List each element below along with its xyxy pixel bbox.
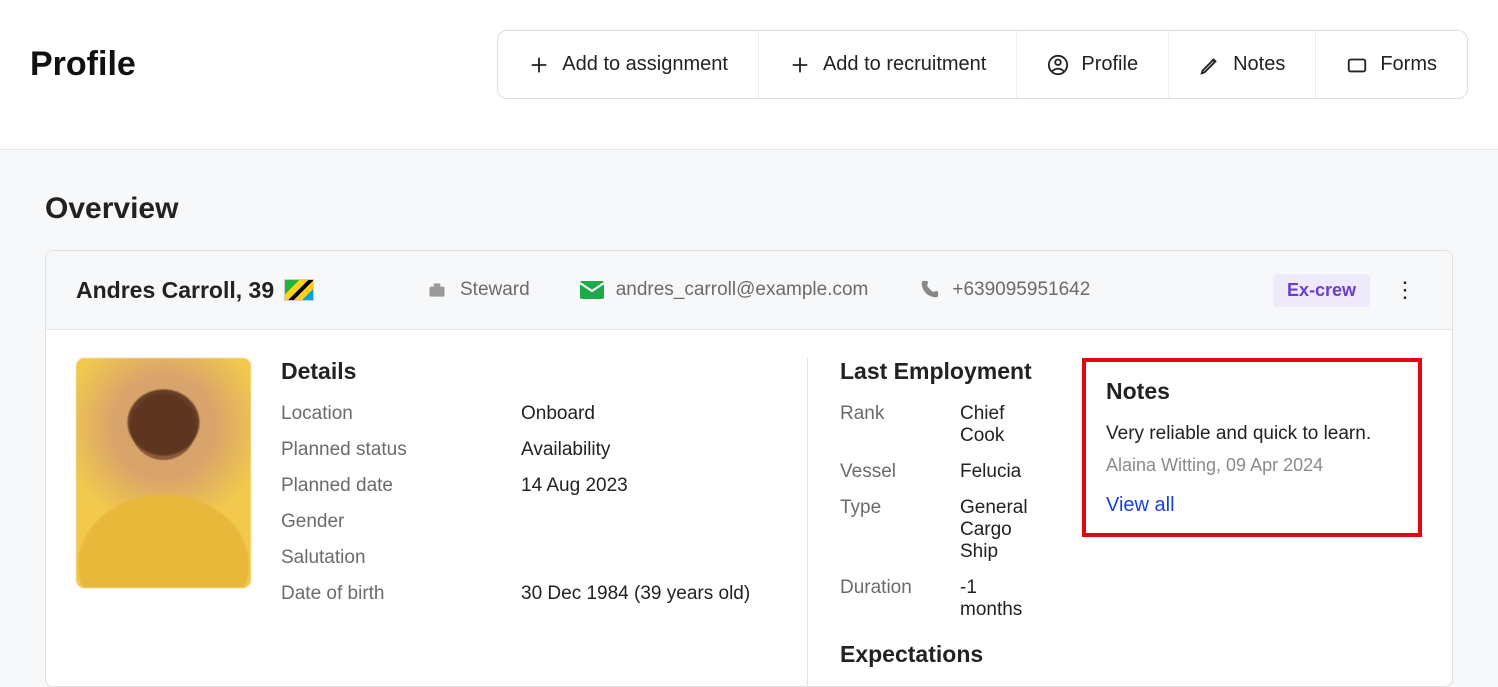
detail-label: Gender <box>281 511 521 533</box>
detail-label: Location <box>281 403 521 425</box>
detail-label: Date of birth <box>281 583 521 605</box>
detail-label: Planned status <box>281 439 521 461</box>
button-label: Add to assignment <box>562 53 728 76</box>
user-circle-icon <box>1047 54 1069 76</box>
detail-label: Salutation <box>281 547 521 569</box>
profile-button[interactable]: Profile <box>1017 31 1169 98</box>
note-text: Very reliable and quick to learn. <box>1106 423 1398 445</box>
note-author-date: Alaina Witting, 09 Apr 2024 <box>1106 455 1398 476</box>
emp-value: General Cargo Ship <box>960 497 1044 563</box>
details-heading: Details <box>281 358 773 385</box>
detail-value: 14 Aug 2023 <box>521 475 628 497</box>
detail-row-salutation: Salutation <box>281 547 773 569</box>
notes-panel: Notes Very reliable and quick to learn. … <box>1082 358 1422 537</box>
avatar <box>76 358 251 588</box>
briefcase-icon <box>426 280 448 300</box>
expectations-heading: Expectations <box>840 641 1044 668</box>
button-label: Profile <box>1081 53 1138 76</box>
folder-icon <box>1346 54 1368 76</box>
emp-label: Type <box>840 497 960 563</box>
detail-row-gender: Gender <box>281 511 773 533</box>
last-employment-column: Last Employment Rank Chief Cook Vessel F… <box>812 358 1072 686</box>
name-age-text: Andres Carroll, 39 <box>76 277 274 304</box>
emp-row-type: Type General Cargo Ship <box>840 497 1044 563</box>
overview-card: Andres Carroll, 39 Steward andres_carrol… <box>45 250 1453 687</box>
emp-value: Felucia <box>960 461 1044 483</box>
more-menu-icon[interactable]: ⋮ <box>1388 271 1422 309</box>
emp-row-rank: Rank Chief Cook <box>840 403 1044 447</box>
plus-icon <box>789 54 811 76</box>
status-badge: Ex-crew <box>1273 274 1370 307</box>
emp-value: -1 months <box>960 577 1044 621</box>
emp-label: Duration <box>840 577 960 621</box>
button-label: Notes <box>1233 53 1285 76</box>
role-meta: Steward <box>426 279 530 301</box>
plus-icon <box>528 54 550 76</box>
card-header: Andres Carroll, 39 Steward andres_carrol… <box>46 251 1452 330</box>
details-column: Details Location Onboard Planned status … <box>281 358 803 619</box>
last-employment-heading: Last Employment <box>840 358 1044 385</box>
emp-label: Vessel <box>840 461 960 483</box>
person-name: Andres Carroll, 39 <box>76 277 376 304</box>
detail-row-planned-status: Planned status Availability <box>281 439 773 461</box>
forms-button[interactable]: Forms <box>1316 31 1467 98</box>
action-button-group: Add to assignment Add to recruitment Pro… <box>497 30 1468 99</box>
notes-button[interactable]: Notes <box>1169 31 1316 98</box>
phone-text: +639095951642 <box>952 279 1090 301</box>
add-to-recruitment-button[interactable]: Add to recruitment <box>759 31 1017 98</box>
email-text: andres_carroll@example.com <box>616 279 869 301</box>
email-meta[interactable]: andres_carroll@example.com <box>580 279 869 301</box>
detail-row-planned-date: Planned date 14 Aug 2023 <box>281 475 773 497</box>
emp-value: Chief Cook <box>960 403 1044 447</box>
detail-row-dob: Date of birth 30 Dec 1984 (39 years old) <box>281 583 773 605</box>
detail-label: Planned date <box>281 475 521 497</box>
detail-value: 30 Dec 1984 (39 years old) <box>521 583 750 605</box>
button-label: Add to recruitment <box>823 53 986 76</box>
column-divider <box>807 358 808 686</box>
detail-row-location: Location Onboard <box>281 403 773 425</box>
role-text: Steward <box>460 279 530 301</box>
detail-value: Onboard <box>521 403 595 425</box>
view-all-link[interactable]: View all <box>1106 494 1398 517</box>
phone-icon <box>918 279 940 301</box>
pencil-icon <box>1199 54 1221 76</box>
emp-label: Rank <box>840 403 960 447</box>
add-to-assignment-button[interactable]: Add to assignment <box>498 31 759 98</box>
section-title: Overview <box>45 192 1453 226</box>
emp-row-duration: Duration -1 months <box>840 577 1044 621</box>
flag-icon <box>284 279 314 301</box>
phone-meta[interactable]: +639095951642 <box>918 279 1090 301</box>
page-title: Profile <box>30 45 136 84</box>
button-label: Forms <box>1380 53 1437 76</box>
mail-icon <box>580 281 604 299</box>
notes-heading: Notes <box>1106 378 1398 405</box>
emp-row-vessel: Vessel Felucia <box>840 461 1044 483</box>
detail-value: Availability <box>521 439 610 461</box>
